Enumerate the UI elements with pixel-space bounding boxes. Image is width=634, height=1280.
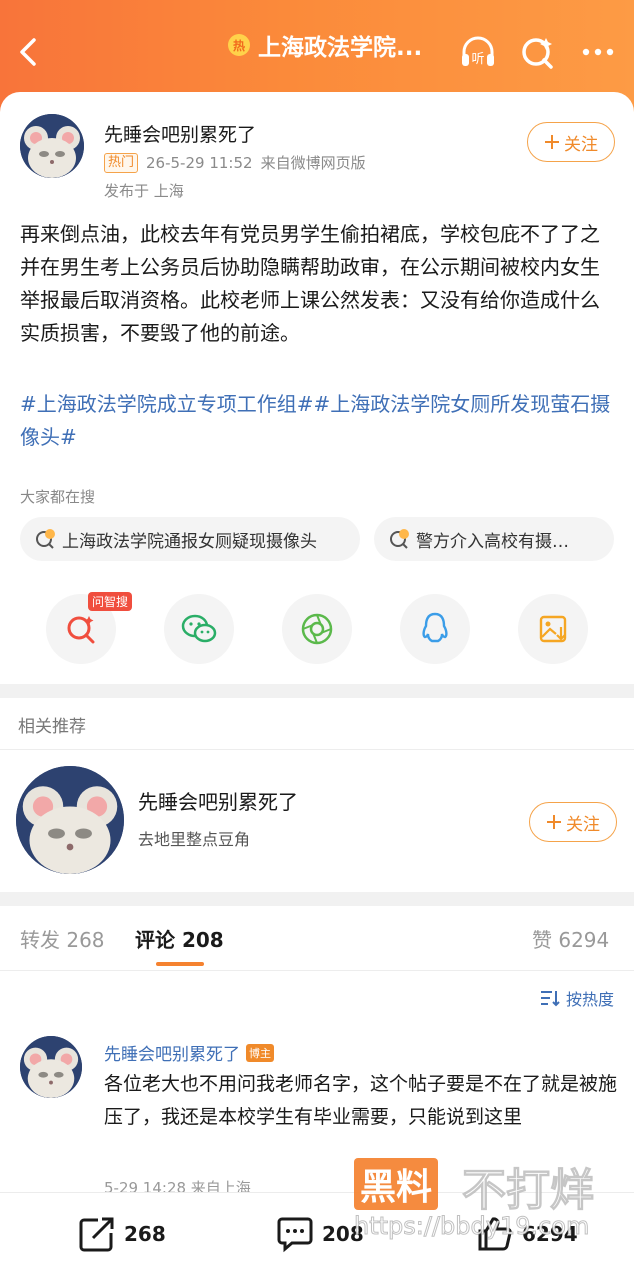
hot-icon: 热 bbox=[228, 34, 250, 56]
comment-count: 208 bbox=[322, 1222, 364, 1246]
author-name[interactable]: 先睡会吧别累死了 bbox=[104, 120, 256, 147]
repost-action[interactable]: 268 bbox=[78, 1215, 166, 1253]
bottom-action-bar: 268 208 6294 bbox=[0, 1192, 634, 1280]
qq-share-button[interactable] bbox=[400, 594, 470, 664]
share-row: 问智搜 bbox=[0, 592, 634, 666]
comment-icon bbox=[277, 1217, 313, 1253]
image-download-icon bbox=[539, 615, 567, 643]
save-image-button[interactable] bbox=[518, 594, 588, 664]
comment-author-name: 先睡会吧别累死了 bbox=[104, 1045, 240, 1065]
interaction-tabs: 转发 268 评论 208 赞 6294 bbox=[0, 924, 634, 968]
recommend-name[interactable]: 先睡会吧别累死了 bbox=[138, 786, 298, 815]
wechat-icon bbox=[181, 614, 217, 643]
page-title: 上海政法学院... bbox=[258, 35, 423, 61]
like-action[interactable]: 6294 bbox=[476, 1215, 578, 1253]
hot-tag: 热门 bbox=[104, 152, 139, 173]
repost-icon bbox=[79, 1217, 114, 1252]
author-avatar[interactable] bbox=[20, 114, 84, 178]
comment-text: 各位老大也不用问我老师名字，这个帖子要是不在了就是被施压了，我还是本校学生有毕业… bbox=[104, 1073, 618, 1128]
listen-icon[interactable]: 听 bbox=[458, 32, 498, 72]
mouse-avatar-icon bbox=[20, 114, 84, 178]
comment-author[interactable]: 先睡会吧别累死了 博主 bbox=[104, 1040, 274, 1065]
follow-button[interactable]: 关注 bbox=[527, 122, 615, 162]
search-chip-1-label: 上海政法学院通报女厕疑现摄像头 bbox=[62, 531, 317, 552]
recommend-follow-button[interactable]: 关注 bbox=[529, 802, 617, 842]
recommend-title: 相关推荐 bbox=[18, 717, 86, 737]
back-arrow-icon[interactable] bbox=[10, 32, 46, 72]
mouse-avatar-icon bbox=[20, 1036, 82, 1098]
post-location: 发布于 上海 bbox=[104, 182, 184, 200]
repost-count: 268 bbox=[124, 1222, 166, 1246]
recommend-divider bbox=[0, 749, 634, 750]
header-title-group[interactable]: 热 上海政法学院... bbox=[228, 30, 423, 61]
tab-comment[interactable]: 评论 208 bbox=[135, 924, 224, 953]
tab-divider bbox=[0, 970, 634, 971]
post-topics[interactable]: #上海政法学院成立专项工作组##上海政法学院女厕所发现萤石摄像头# bbox=[20, 388, 620, 454]
hot-search-icon bbox=[36, 529, 55, 549]
post-content: 再来倒点油，此校去年有党员男学生偷拍裙底，学校包庇不了了之并在男生考上公务员后协… bbox=[20, 222, 600, 345]
post-source: 来自微博网页版 bbox=[260, 154, 366, 172]
ai-search-badge: 问智搜 bbox=[88, 592, 133, 611]
content-card-top bbox=[0, 92, 634, 122]
recommend-follow-label: 关注 bbox=[566, 814, 600, 835]
search-chip-1[interactable]: 上海政法学院通报女厕疑现摄像头 bbox=[20, 517, 360, 561]
sort-icon bbox=[540, 991, 560, 1007]
trending-search-label: 大家都在搜 bbox=[20, 488, 96, 506]
moments-share-button[interactable] bbox=[282, 594, 352, 664]
thumbs-up-icon bbox=[478, 1217, 512, 1251]
sort-label: 按热度 bbox=[565, 990, 614, 1009]
active-tab-indicator bbox=[156, 962, 204, 966]
post-time: 26-5-29 11:52 bbox=[146, 153, 253, 172]
section-divider bbox=[0, 684, 634, 698]
more-icon[interactable] bbox=[578, 32, 618, 72]
comment-avatar[interactable] bbox=[20, 1036, 82, 1098]
tab-like[interactable]: 赞 6294 bbox=[532, 924, 609, 953]
ai-search-icon bbox=[67, 616, 95, 644]
comment-action[interactable]: 208 bbox=[276, 1215, 364, 1253]
sort-button[interactable]: 按热度 bbox=[540, 986, 614, 1010]
section-divider bbox=[0, 892, 634, 906]
moments-icon bbox=[301, 613, 333, 645]
wechat-share-button[interactable] bbox=[164, 594, 234, 664]
post-meta: 热门 26-5-29 11:52 来自微博网页版 bbox=[104, 152, 366, 173]
search-chip-2[interactable]: 警方介入高校有摄… bbox=[374, 517, 614, 561]
listen-label: 听 bbox=[471, 52, 484, 67]
tab-repost[interactable]: 转发 268 bbox=[20, 924, 105, 953]
search-icon[interactable] bbox=[518, 32, 558, 72]
follow-label: 关注 bbox=[564, 134, 598, 155]
plus-icon bbox=[545, 135, 559, 149]
mouse-avatar-icon bbox=[16, 766, 124, 874]
hot-search-icon bbox=[390, 529, 409, 549]
recommend-avatar[interactable] bbox=[16, 766, 124, 874]
recommend-desc: 去地里整点豆角 bbox=[138, 830, 251, 849]
search-chip-2-label: 警方介入高校有摄… bbox=[416, 531, 569, 552]
plus-icon bbox=[547, 815, 561, 829]
qq-icon bbox=[422, 612, 448, 643]
host-badge: 博主 bbox=[246, 1043, 274, 1062]
like-count: 6294 bbox=[522, 1222, 578, 1246]
